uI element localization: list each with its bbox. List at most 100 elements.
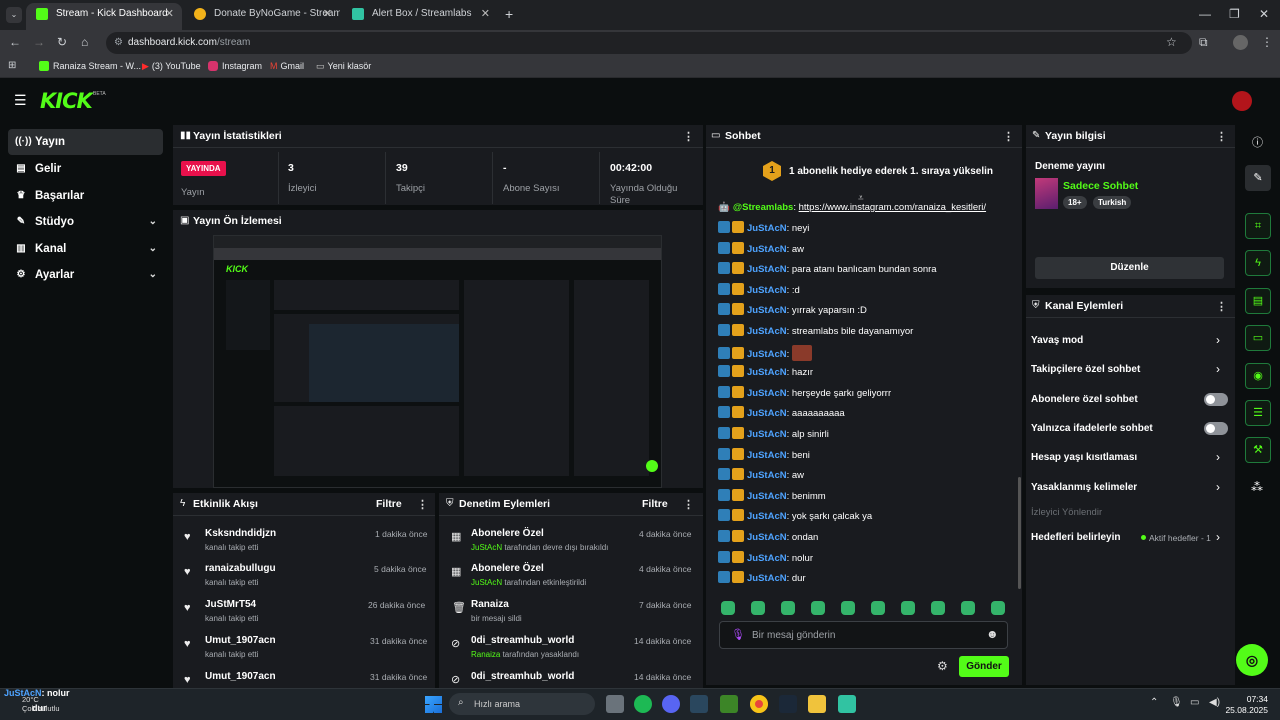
send-button[interactable]: Gönder <box>959 656 1009 677</box>
chevron-right-icon[interactable]: › <box>1216 480 1220 494</box>
set-targets-row[interactable]: Hedefleri belirleyin <box>1031 532 1120 543</box>
lightning-tool-icon[interactable]: ϟ <box>1245 250 1271 276</box>
chat-username[interactable]: @Streamlabs <box>733 202 793 213</box>
moderation-actor[interactable]: Ranaiza <box>471 650 500 659</box>
chat-username[interactable]: JuStAcN <box>747 285 787 296</box>
extensions-icon[interactable]: ⧉ <box>1199 35 1208 50</box>
emote-icon[interactable] <box>751 601 765 615</box>
nav-gelir[interactable]: ▤ Gelir <box>8 156 163 182</box>
reload-icon[interactable]: ↻ <box>57 35 67 49</box>
chat-username[interactable]: JuStAcN <box>747 388 787 399</box>
chat-input[interactable]: 🎙 Bir mesaj gönderin ☻ <box>719 621 1008 649</box>
user-avatar[interactable] <box>1232 91 1252 111</box>
moderation-item-title[interactable]: 0di_streamhub_world <box>471 635 574 646</box>
notes-tool-icon[interactable]: ▤ <box>1245 288 1271 314</box>
chat-username[interactable]: JuStAcN <box>747 305 787 316</box>
minimize-icon[interactable]: — <box>1199 7 1211 21</box>
forward-icon[interactable]: → <box>33 35 45 49</box>
chevron-right-icon[interactable]: › <box>1216 333 1220 347</box>
emote-icon[interactable] <box>991 601 1005 615</box>
profile-avatar[interactable] <box>1233 35 1248 50</box>
slow-mode-row[interactable]: Yavaş mod <box>1031 335 1083 346</box>
browser-menu-icon[interactable]: ⋮ <box>1261 35 1273 49</box>
moderation-actor[interactable]: JuStAcN <box>471 543 502 552</box>
taskbar-search[interactable]: ⌕ Hızlı arama <box>449 693 595 715</box>
nav-kanal[interactable]: ▥ Kanal ⌄ <box>8 236 163 262</box>
followers-only-row[interactable]: Takipçilere özel sohbet <box>1031 364 1140 375</box>
chat-username[interactable]: JuStAcN <box>747 553 787 564</box>
clip-tool-icon[interactable]: ⌗ <box>1245 213 1271 239</box>
account-age-row[interactable]: Hesap yaşı kısıtlaması <box>1031 452 1137 463</box>
chat-username[interactable]: JuStAcN <box>747 532 787 543</box>
network-icon[interactable]: ▭ <box>1190 697 1199 708</box>
nav-basarilar[interactable]: ♛ Başarılar <box>8 183 163 209</box>
spotify-icon[interactable] <box>634 695 652 713</box>
tab-kick-dashboard[interactable]: Stream - Kick Dashboard ✕ <box>26 3 182 30</box>
moderation-item-title[interactable]: Ranaiza <box>471 599 509 610</box>
home-icon[interactable]: ⌂ <box>81 35 88 49</box>
info-icon[interactable]: ⓘ <box>1252 134 1263 150</box>
chat-username[interactable]: JuStAcN <box>747 491 787 502</box>
banned-words-row[interactable]: Yasaklanmış kelimeler <box>1031 482 1137 493</box>
wrench-tool-icon[interactable]: ⚒ <box>1245 437 1271 463</box>
activity-filter-button[interactable]: Filtre <box>376 498 402 510</box>
site-info-icon[interactable]: ⚙ <box>114 32 123 54</box>
hamburger-menu-icon[interactable]: ☰ <box>14 92 27 109</box>
tray-chevron-icon[interactable]: ⌃ <box>1150 697 1158 708</box>
stats-menu-icon[interactable]: ⋮ <box>683 130 694 143</box>
emote-icon[interactable] <box>901 601 915 615</box>
chat-username[interactable]: JuStAcN <box>747 367 787 378</box>
moderation-item-title[interactable]: 0di_streamhub_world <box>471 671 574 682</box>
chat-username[interactable]: JuStAcN <box>747 326 787 337</box>
tab-search-icon[interactable]: ⌄ <box>6 7 22 23</box>
emote-icon[interactable] <box>931 601 945 615</box>
chat-username[interactable]: JuStAcN <box>747 470 787 481</box>
chat-menu-icon[interactable]: ⋮ <box>1003 130 1014 143</box>
activity-user[interactable]: JuStMrT54 <box>205 599 256 610</box>
activity-user[interactable]: Umut_1907acn <box>205 671 276 682</box>
moderation-filter-button[interactable]: Filtre <box>642 498 668 510</box>
bookmark-folder[interactable]: ▭ Yeni klasör <box>316 61 371 72</box>
task-view-icon[interactable] <box>606 695 624 713</box>
close-tab-icon[interactable]: ✕ <box>165 3 174 25</box>
chevron-right-icon[interactable]: › <box>1216 450 1220 464</box>
emote-icon[interactable] <box>781 601 795 615</box>
emoji-icon[interactable]: ☻ <box>986 627 999 641</box>
close-window-icon[interactable]: ✕ <box>1259 7 1269 21</box>
edit-button[interactable]: Düzenle <box>1035 257 1224 279</box>
chat-username[interactable]: JuStAcN <box>747 264 787 275</box>
activity-user[interactable]: ranaizabullugu <box>205 563 276 574</box>
activity-menu-icon[interactable]: ⋮ <box>417 498 428 511</box>
apps-tool-icon[interactable]: ⁂ <box>1251 480 1263 494</box>
subs-only-toggle[interactable] <box>1204 393 1228 406</box>
nav-studyo[interactable]: ✎ Stüdyo ⌄ <box>8 209 163 235</box>
tab-alert-box[interactable]: Alert Box / Streamlabs ✕ <box>342 3 498 30</box>
layout-tool-icon[interactable]: ☰ <box>1245 400 1271 426</box>
minecraft-icon[interactable] <box>720 695 738 713</box>
bookmark-instagram[interactable]: Instagram <box>208 61 262 71</box>
channel-actions-menu-icon[interactable]: ⋮ <box>1216 300 1227 313</box>
bookmark-ranaiza[interactable]: Ranaiza Stream - W... <box>39 61 141 71</box>
nav-yayin[interactable]: ((·)) Yayın <box>8 129 163 155</box>
apps-icon[interactable]: ⊞ <box>8 60 16 71</box>
gift-sub-banner[interactable]: 1 abonelik hediye ederek 1. sıraya yükse… <box>789 166 993 177</box>
chat-username[interactable]: JuStAcN <box>747 408 787 419</box>
bookmark-star-icon[interactable]: ☆ <box>1166 35 1177 49</box>
microphone-icon[interactable]: 🎙 <box>731 628 745 641</box>
microphone-tray-icon[interactable]: 🎙 <box>1170 697 1183 708</box>
nav-ayarlar[interactable]: ⚙ Ayarlar ⌄ <box>8 262 163 288</box>
restore-icon[interactable]: ❐ <box>1229 7 1240 21</box>
chat-username[interactable]: JuStAcN <box>747 244 787 255</box>
moderation-menu-icon[interactable]: ⋮ <box>683 498 694 511</box>
support-icon[interactable]: ◎ <box>1236 644 1268 676</box>
emote-icon[interactable] <box>811 601 825 615</box>
category-name[interactable]: Sadece Sohbet <box>1063 180 1138 192</box>
kick-logo[interactable]: KICK <box>40 89 93 113</box>
chat-username[interactable]: JuStAcN <box>747 450 787 461</box>
chat-scrollbar[interactable] <box>1018 477 1021 589</box>
close-tab-icon[interactable]: ✕ <box>323 3 332 25</box>
chevron-right-icon[interactable]: › <box>1216 530 1220 544</box>
streamlabs-icon[interactable] <box>838 695 856 713</box>
volume-icon[interactable]: ◀) <box>1209 697 1220 708</box>
activity-user[interactable]: Ksksndndidjzn <box>205 528 276 539</box>
